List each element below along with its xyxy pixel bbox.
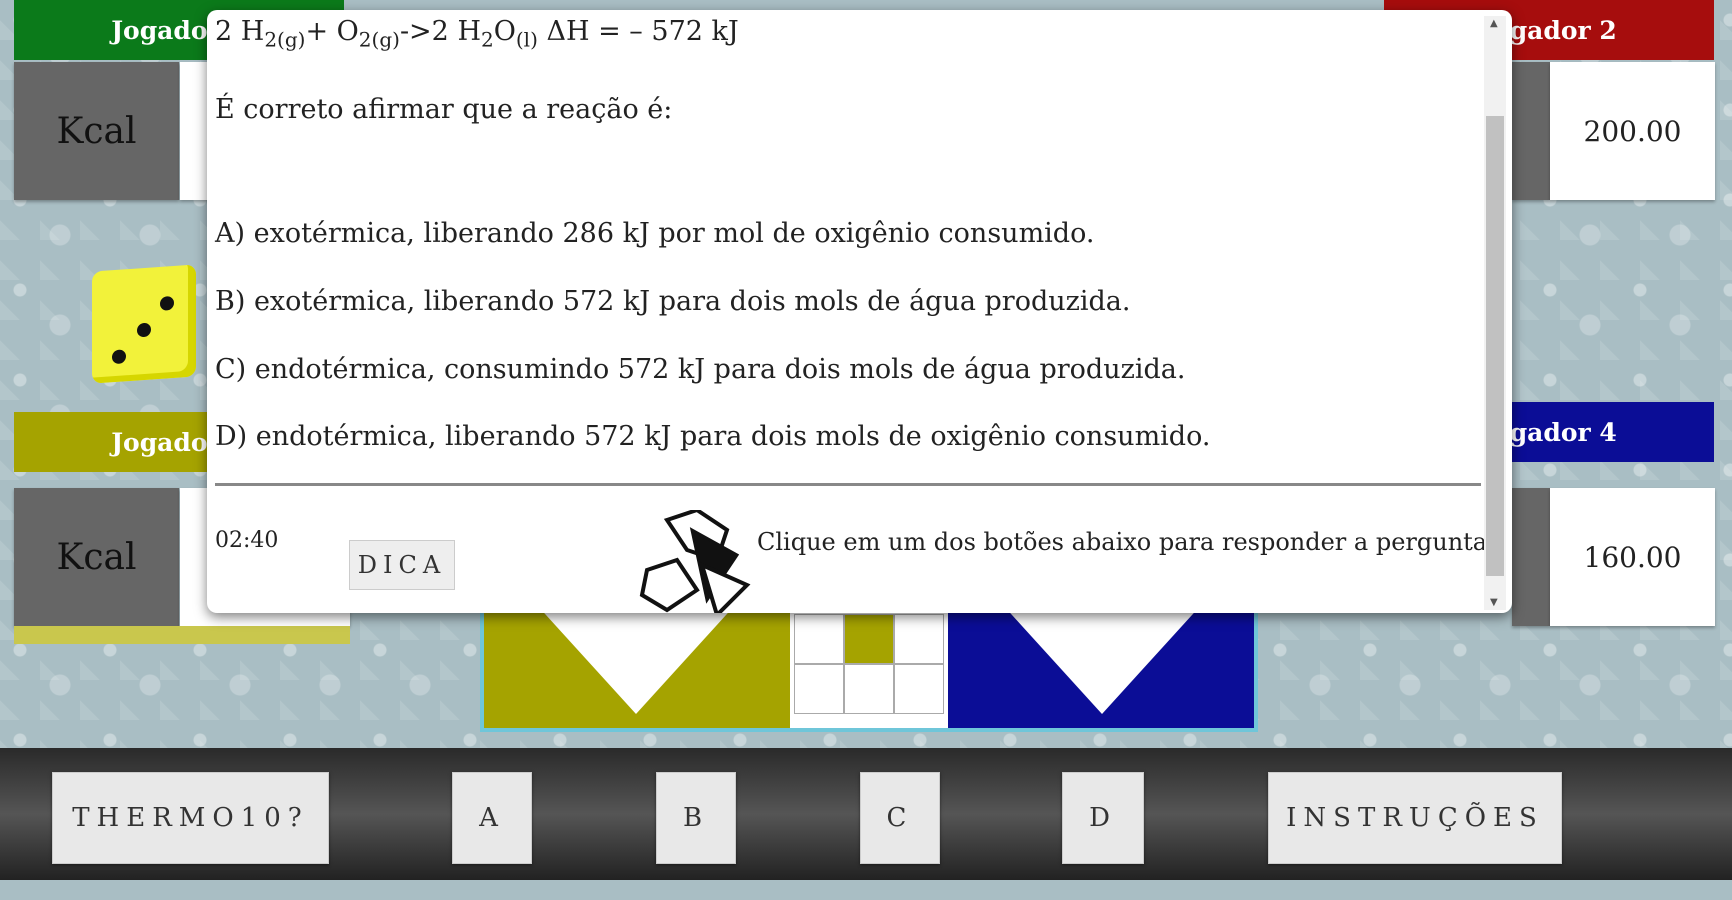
answer-instruction: Clique em um dos botões abaixo para resp… (757, 528, 1495, 556)
board-cell (844, 664, 894, 714)
player4-score: 160.00 (1550, 488, 1715, 626)
player4-kcal-label (1512, 488, 1550, 626)
answer-c-button[interactable]: C (860, 772, 940, 864)
question-modal: 2 H2(g)+ O2(g)->2 H2O(l) ΔH = – 572 kJ É… (207, 10, 1512, 613)
question-equation: 2 H2(g)+ O2(g)->2 H2O(l) ΔH = – 572 kJ (215, 16, 739, 52)
board-triangle-left (536, 604, 736, 714)
scroll-up-icon[interactable]: ▲ (1490, 18, 1498, 29)
board-cell (844, 614, 894, 664)
board-cell (794, 664, 844, 714)
instructions-button[interactable]: INSTRUÇÕES (1268, 772, 1562, 864)
board-cell (894, 664, 944, 714)
game-board (480, 600, 1258, 732)
question-prompt: É correto afirmar que a reação é: (215, 94, 673, 125)
loading-spinner-icon (639, 510, 751, 613)
scroll-down-icon[interactable]: ▼ (1490, 597, 1498, 608)
player3-kcal-label: Kcal (14, 488, 179, 626)
board-triangle-right (1002, 604, 1202, 714)
option-b-text: B) exotérmica, liberando 572 kJ para doi… (215, 286, 1131, 317)
hint-button[interactable]: DICA (349, 540, 455, 590)
board-cell (794, 614, 844, 664)
dice-pip (160, 295, 174, 311)
player2-score: 200.00 (1550, 62, 1715, 200)
option-c-text: C) endotérmica, consumindo 572 kJ para d… (215, 354, 1186, 385)
player1-kcal-label: Kcal (14, 62, 179, 200)
divider (215, 483, 1481, 486)
dice[interactable] (92, 264, 196, 384)
player2-kcal-label (1512, 62, 1550, 200)
dice-pip (137, 322, 151, 338)
answer-a-button[interactable]: A (452, 772, 532, 864)
modal-scrollbar[interactable]: ▲ ▼ (1484, 16, 1506, 610)
answer-d-button[interactable]: D (1062, 772, 1144, 864)
scroll-thumb[interactable] (1486, 116, 1504, 576)
option-a-text: A) exotérmica, liberando 286 kJ por mol … (215, 218, 1095, 249)
player3-bar (14, 626, 350, 644)
dice-pip (112, 349, 126, 365)
answer-b-button[interactable]: B (656, 772, 736, 864)
thermo10-button[interactable]: THERMO10? (52, 772, 329, 864)
option-d-text: D) endotérmica, liberando 572 kJ para do… (215, 421, 1211, 452)
board-cell (894, 614, 944, 664)
timer: 02:40 (215, 528, 279, 553)
